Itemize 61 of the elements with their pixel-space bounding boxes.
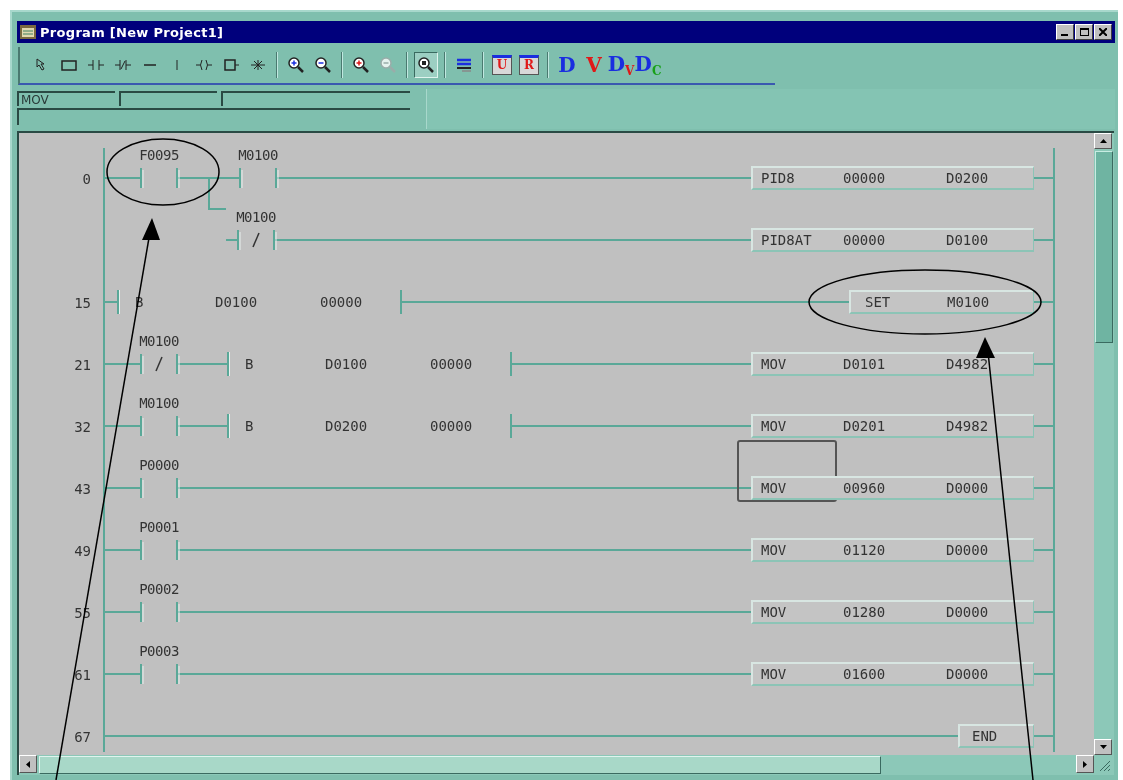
vertical-line-icon xyxy=(176,60,178,70)
contact-label: M0100 xyxy=(238,148,278,165)
close-icon xyxy=(1099,28,1107,36)
contact-label: P0000 xyxy=(139,458,179,475)
toolbar-button[interactable]: D$_{C}$ xyxy=(636,52,660,78)
instruction-box[interactable]: SET M0100 xyxy=(849,290,1034,314)
instruction-box[interactable]: MOV D0201 D4982 xyxy=(751,414,1034,438)
zoom-out-icon xyxy=(313,55,333,75)
minimize-button[interactable] xyxy=(1056,24,1074,40)
scroll-thumb[interactable] xyxy=(1095,151,1113,343)
maximize-button[interactable] xyxy=(1075,24,1093,40)
step-number: 49 xyxy=(73,542,92,561)
negated-contact-symbol[interactable] xyxy=(129,352,189,376)
scroll-left-button[interactable] xyxy=(19,755,37,773)
contact-label: M0100 xyxy=(236,210,276,227)
magnifier-icon xyxy=(416,55,436,75)
step-number: 43 xyxy=(73,480,92,499)
toolbar-button[interactable]: D xyxy=(555,52,579,78)
vertical-scrollbar[interactable] xyxy=(1094,133,1114,755)
horizontal-scrollbar[interactable] xyxy=(19,755,1094,775)
scroll-down-button[interactable] xyxy=(1094,739,1112,755)
contact-label: F0095 xyxy=(139,148,179,165)
right-arrow-icon xyxy=(1083,760,1087,768)
up-arrow-icon xyxy=(1099,139,1107,143)
maximize-icon xyxy=(1079,28,1089,36)
step-number: 15 xyxy=(73,294,92,313)
contact-label: P0002 xyxy=(139,582,179,599)
instruction-box[interactable]: MOV 01120 D0000 xyxy=(751,538,1034,562)
step-number: 0 xyxy=(81,170,92,189)
instruction-field[interactable]: MOV xyxy=(17,91,115,106)
contact-label: P0003 xyxy=(139,644,179,661)
scroll-up-button[interactable] xyxy=(1094,133,1112,149)
tool-button[interactable] xyxy=(414,52,438,78)
horizontal-line-icon xyxy=(144,64,156,66)
app-icon xyxy=(20,25,36,39)
instruction-box[interactable]: MOV 01600 D0000 xyxy=(751,662,1034,686)
instruction-box[interactable]: PID8AT 00000 D0100 xyxy=(751,228,1034,252)
instruction-box[interactable]: MOV 00960 D0000 xyxy=(751,476,1034,500)
instruction-box[interactable]: PID8 00000 D0200 xyxy=(751,166,1034,190)
step-number: 61 xyxy=(73,666,92,685)
step-number: 21 xyxy=(73,356,92,375)
zoom-in-icon xyxy=(286,55,306,75)
window-title: Program [New Project1] xyxy=(40,24,225,40)
contact-label: M0100 xyxy=(139,396,179,413)
operand-field[interactable] xyxy=(119,91,217,106)
left-arrow-icon xyxy=(26,760,30,768)
contact-label: P0001 xyxy=(139,520,179,537)
step-number: 67 xyxy=(73,728,92,747)
branch-wire xyxy=(208,179,226,210)
scroll-thumb[interactable] xyxy=(39,756,881,774)
operand-field[interactable] xyxy=(221,91,410,106)
down-arrow-icon xyxy=(1099,745,1107,749)
zoom-out-icon xyxy=(378,55,398,75)
step-number: 32 xyxy=(73,418,92,437)
instruction-box[interactable]: MOV D0101 D4982 xyxy=(751,352,1034,376)
contact-label: M0100 xyxy=(139,334,179,351)
zoom-in-icon xyxy=(351,55,371,75)
instruction-box[interactable]: END xyxy=(958,724,1034,748)
close-button[interactable] xyxy=(1094,24,1112,40)
instruction-box[interactable]: MOV 01280 D0000 xyxy=(751,600,1034,624)
scroll-right-button[interactable] xyxy=(1076,755,1094,773)
